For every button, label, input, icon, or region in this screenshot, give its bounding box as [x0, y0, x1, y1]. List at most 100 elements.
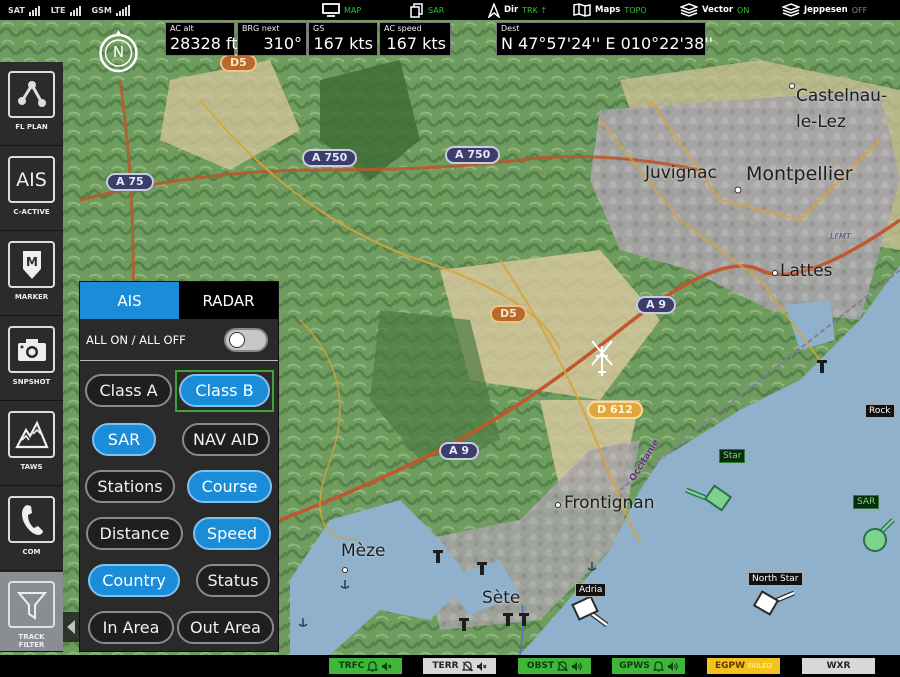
sidebar-item-taws[interactable]: TAWS — [0, 402, 63, 486]
place-label: Lattes — [780, 261, 833, 281]
direction-button[interactable]: Dir TRK ↑ — [488, 0, 547, 20]
sar-mode-value: SAR — [428, 5, 445, 15]
sidebar-item-label: COM — [22, 548, 41, 556]
phone-icon — [8, 496, 55, 543]
sidebar: FL PLAN AIS C-ACTIVE M MARKER SNPSHOT TA… — [0, 62, 63, 652]
maps-value: TOPO — [624, 5, 647, 15]
panel-collapse-handle[interactable] — [63, 612, 79, 642]
alert-sublabel: FAILED — [748, 662, 772, 670]
sidebar-item-label: C-ACTIVE — [13, 208, 50, 216]
sidebar-item-fl-plan[interactable]: FL PLAN — [0, 62, 63, 146]
bell-off-icon — [557, 660, 569, 671]
chip-course[interactable]: Course — [187, 470, 272, 503]
copy-icon — [410, 2, 423, 18]
alert-bar: TRFC TERR OBST GPWS EGPW FAILED WXR — [0, 655, 900, 677]
sidebar-item-com[interactable]: COM — [0, 487, 63, 571]
chip-country[interactable]: Country — [88, 564, 180, 597]
toggle-knob — [229, 331, 245, 348]
status-bar: SAT LTE GSM MAP SAR Dir TRK ↑ Maps TOPO … — [0, 0, 900, 20]
sidebar-item-ais[interactable]: AIS C-ACTIVE — [0, 147, 63, 231]
chip-class-a[interactable]: Class A — [85, 374, 172, 407]
vector-key: Vector — [702, 5, 734, 15]
vessel-tag[interactable]: SAR — [853, 495, 880, 509]
sar-mode-button[interactable]: SAR — [410, 0, 444, 20]
chip-class-b[interactable]: Class B — [179, 374, 270, 407]
info-brg-next: BRG next 310° — [237, 22, 307, 56]
road-shield: A 750 — [445, 146, 501, 164]
compass-north-button[interactable]: N — [96, 28, 141, 73]
marker-icon-text: M — [26, 255, 38, 269]
all-on-off-toggle[interactable] — [224, 327, 268, 352]
bell-icon — [367, 660, 379, 672]
camera-icon — [8, 326, 55, 373]
alert-gpws[interactable]: GPWS — [612, 658, 685, 674]
vessel-tag[interactable]: Rock — [865, 404, 895, 418]
jeppesen-value: OFF — [851, 5, 868, 15]
alert-label: TERR — [432, 661, 459, 671]
alert-egpw[interactable]: EGPW FAILED — [707, 658, 780, 674]
chip-in-area[interactable]: In Area — [88, 611, 174, 644]
vector-button[interactable]: Vector ON — [680, 0, 749, 20]
map-mode-button[interactable]: MAP — [322, 0, 361, 20]
place-label: Frontignan — [564, 493, 655, 513]
chip-sar[interactable]: SAR — [92, 423, 156, 456]
compass-label: N — [112, 43, 125, 61]
tab-ais[interactable]: AIS — [80, 282, 179, 319]
sidebar-item-label: SNPSHOT — [12, 378, 51, 386]
layers-icon — [680, 3, 698, 17]
chip-out-area[interactable]: Out Area — [177, 611, 274, 644]
alert-terr[interactable]: TERR — [423, 658, 496, 674]
place-label: LFMT — [830, 232, 851, 241]
all-toggle-label: ALL ON / ALL OFF — [86, 332, 186, 347]
info-label: AC speed — [384, 24, 422, 33]
signal-label: SAT — [8, 5, 25, 15]
ais-icon: AIS — [8, 156, 55, 203]
sidebar-item-snapshot[interactable]: SNPSHOT — [0, 317, 63, 401]
sidebar-item-track-filter[interactable]: TRACK FILTER — [0, 572, 63, 652]
place-label: le-Lez — [796, 112, 846, 132]
sidebar-item-label: MARKER — [14, 293, 49, 301]
speaker-on-icon — [667, 661, 678, 671]
vessel-tag[interactable]: North Star — [748, 572, 803, 586]
info-label: AC alt — [170, 24, 194, 33]
info-label: Dest — [501, 24, 520, 33]
chip-distance[interactable]: Distance — [86, 517, 183, 550]
alert-label: EGPW — [714, 661, 746, 671]
alert-label: OBST — [526, 661, 555, 671]
signal-label: LTE — [50, 5, 66, 15]
road-shield: A 75 — [106, 173, 154, 191]
info-gs: GS 167 kts — [308, 22, 378, 56]
signal-bars-icon — [69, 5, 81, 16]
alert-trfc[interactable]: TRFC — [329, 658, 402, 674]
layers-icon — [782, 3, 800, 17]
maps-button[interactable]: Maps TOPO — [573, 0, 647, 20]
alert-obst[interactable]: OBST — [518, 658, 591, 674]
direction-arrow-icon — [488, 2, 500, 18]
info-value: N 47°57'24'' E 010°22'38'' — [501, 34, 714, 53]
vessel-tag[interactable]: Adria — [575, 583, 607, 597]
map-icon — [573, 3, 591, 17]
flight-plan-icon — [8, 71, 55, 118]
info-label: GS — [313, 24, 325, 33]
alert-wxr[interactable]: WXR — [802, 658, 875, 674]
chip-status[interactable]: Status — [196, 564, 270, 597]
sidebar-item-marker[interactable]: M MARKER — [0, 232, 63, 316]
tab-radar[interactable]: RADAR — [179, 282, 278, 319]
road-shield: A 9 — [439, 442, 479, 460]
map-mode-value: MAP — [344, 5, 362, 15]
jeppesen-button[interactable]: Jeppesen OFF — [782, 0, 867, 20]
place-label: Castelnau- — [796, 86, 888, 106]
info-value: 310° — [263, 34, 302, 53]
chip-stations[interactable]: Stations — [85, 470, 175, 503]
filter-tabs: AIS RADAR — [80, 282, 278, 319]
road-shield: D5 — [490, 305, 527, 323]
alert-label: TRFC — [338, 661, 365, 671]
track-filter-panel: AIS RADAR ALL ON / ALL OFF Class A Class… — [79, 281, 279, 652]
chip-speed[interactable]: Speed — [193, 517, 271, 550]
vessel-tag[interactable]: Star — [719, 449, 746, 463]
speaker-on-icon — [572, 661, 582, 671]
road-shield: A 9 — [636, 296, 676, 314]
road-shield: D 612 — [587, 401, 643, 419]
direction-key: Dir — [504, 5, 519, 15]
chip-nav-aid[interactable]: NAV AID — [182, 423, 270, 456]
